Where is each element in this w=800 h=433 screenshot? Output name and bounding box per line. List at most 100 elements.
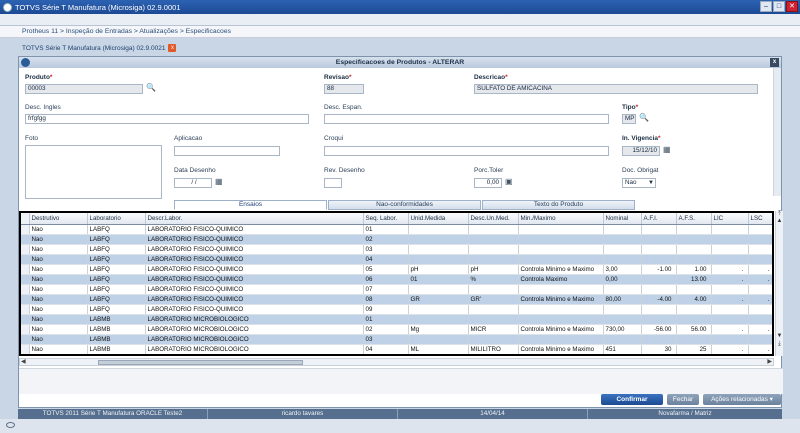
table-cell[interactable]: . (711, 324, 749, 335)
table-row[interactable]: Nao LABMB LABORATORIO MICROBIOLOGICO 01 (21, 314, 772, 325)
table-cell[interactable] (518, 234, 604, 245)
table-cell[interactable]: Nao (29, 224, 88, 235)
maximize-button[interactable]: □ (773, 1, 785, 12)
table-cell[interactable]: -4.00 (641, 294, 677, 305)
col-afi[interactable]: A.F.I. (641, 213, 677, 225)
table-row[interactable]: Nao LABFQ LABORATORIO FISICO-QUIMICO 01 (21, 224, 772, 235)
search-lookup-icon[interactable]: 🔍 (146, 83, 156, 92)
table-cell[interactable]: LABORATORIO FISICO-QUIMICO (145, 294, 364, 305)
table-cell[interactable]: LABFQ (87, 284, 146, 295)
table-cell[interactable]: 06 (363, 274, 409, 285)
col-descr-labor[interactable]: Descr.Labor. (145, 213, 364, 225)
table-cell[interactable]: Nao (29, 304, 88, 315)
table-cell[interactable] (641, 284, 677, 295)
table-cell[interactable] (711, 304, 749, 315)
revisao-field[interactable]: 88 (324, 84, 364, 94)
row-selector[interactable] (21, 314, 30, 325)
table-cell[interactable]: Controla Minimo e Maximo (518, 324, 604, 335)
table-cell[interactable]: LABFQ (87, 264, 146, 275)
table-cell[interactable] (603, 254, 642, 265)
table-cell[interactable]: 1.00 (676, 264, 712, 275)
table-cell[interactable] (408, 224, 469, 235)
table-cell[interactable]: 01 (363, 224, 409, 235)
table-cell[interactable]: Controla Maximo (518, 274, 604, 285)
table-cell[interactable] (408, 234, 469, 245)
tipo-field[interactable]: MP (622, 114, 636, 124)
table-cell[interactable]: -56.00 (641, 324, 677, 335)
close-tab-icon[interactable]: x (168, 44, 177, 52)
table-cell[interactable] (641, 234, 677, 245)
table-cell[interactable]: LABORATORIO FISICO-QUIMICO (145, 304, 364, 315)
col-lsc[interactable]: LSC (748, 213, 772, 225)
table-cell[interactable]: Nao (29, 334, 88, 345)
table-cell[interactable]: LABORATORIO FISICO-QUIMICO (145, 224, 364, 235)
scroll-down-icon[interactable]: ▼ (776, 333, 783, 340)
table-cell[interactable]: LABFQ (87, 234, 146, 245)
row-selector[interactable] (21, 264, 30, 275)
table-cell[interactable] (408, 254, 469, 265)
col-unid-medida[interactable]: Unid.Medida (408, 213, 469, 225)
table-cell[interactable]: . (748, 264, 772, 275)
table-cell[interactable] (641, 304, 677, 315)
table-cell[interactable] (518, 314, 604, 325)
table-cell[interactable]: pH (408, 264, 469, 275)
table-cell[interactable]: 25 (676, 344, 712, 354)
table-cell[interactable]: ML (408, 344, 469, 354)
table-cell[interactable] (641, 334, 677, 345)
scroll-bottom-icon[interactable]: ⤓ (776, 341, 783, 348)
table-cell[interactable] (408, 304, 469, 315)
table-cell[interactable] (676, 284, 712, 295)
table-cell[interactable] (748, 304, 772, 315)
table-cell[interactable]: 03 (363, 334, 409, 345)
table-cell[interactable] (711, 284, 749, 295)
table-cell[interactable] (641, 274, 677, 285)
table-cell[interactable] (518, 254, 604, 265)
table-cell[interactable]: 730,00 (603, 324, 642, 335)
calendar-icon[interactable]: ▦ (663, 145, 671, 154)
table-cell[interactable]: GR' (468, 294, 519, 305)
col-nominal[interactable]: Nominal (603, 213, 642, 225)
foto-image-box[interactable] (25, 145, 162, 199)
table-cell[interactable] (748, 334, 772, 345)
close-button[interactable]: Fechar (667, 394, 699, 405)
col-destrutivo[interactable]: Destrutivo (29, 213, 88, 225)
table-cell[interactable] (748, 254, 772, 265)
table-cell[interactable]: Controla Minimo e Maximo (518, 294, 604, 305)
table-cell[interactable] (676, 244, 712, 255)
table-cell[interactable]: LABORATORIO FISICO-QUIMICO (145, 284, 364, 295)
table-row[interactable]: Nao LABFQ LABORATORIO FISICO-QUIMICO 09 (21, 304, 772, 315)
table-cell[interactable] (676, 334, 712, 345)
descricao-field[interactable]: SULFATO DE AMICACINA (474, 84, 758, 94)
table-cell[interactable] (518, 284, 604, 295)
table-row[interactable]: Nao LABMB LABORATORIO MICROBIOLOGICO 02 Mg MI… (21, 324, 772, 335)
table-cell[interactable]: 07 (363, 284, 409, 295)
data-desenho-field[interactable]: / / (174, 178, 212, 188)
table-cell[interactable]: 02 (363, 324, 409, 335)
table-cell[interactable]: GR (408, 294, 469, 305)
table-cell[interactable]: 04 (363, 254, 409, 265)
table-cell[interactable]: 56.00 (676, 324, 712, 335)
table-cell[interactable]: . (711, 264, 749, 275)
row-selector[interactable] (21, 344, 30, 354)
table-cell[interactable]: Mg (408, 324, 469, 335)
table-cell[interactable]: % (468, 274, 519, 285)
table-cell[interactable] (711, 224, 749, 235)
table-cell[interactable]: . (711, 294, 749, 305)
row-selector[interactable] (21, 304, 30, 315)
table-cell[interactable] (518, 244, 604, 255)
doc-obrigat-select[interactable]: Nao ▼ (622, 178, 656, 188)
table-cell[interactable] (748, 224, 772, 235)
table-cell[interactable]: 451 (603, 344, 642, 354)
table-cell[interactable] (518, 224, 604, 235)
table-cell[interactable] (468, 234, 519, 245)
table-cell[interactable] (468, 254, 519, 265)
col-laboratorio[interactable]: Laboratorio (87, 213, 146, 225)
row-selector[interactable] (21, 334, 30, 345)
table-cell[interactable]: Nao (29, 314, 88, 325)
in-vigencia-field[interactable]: 15/12/10 (622, 146, 660, 156)
table-cell[interactable]: pH (468, 264, 519, 275)
table-cell[interactable] (711, 254, 749, 265)
table-cell[interactable] (711, 334, 749, 345)
row-selector[interactable] (21, 324, 30, 335)
table-cell[interactable]: LABMB (87, 314, 146, 325)
